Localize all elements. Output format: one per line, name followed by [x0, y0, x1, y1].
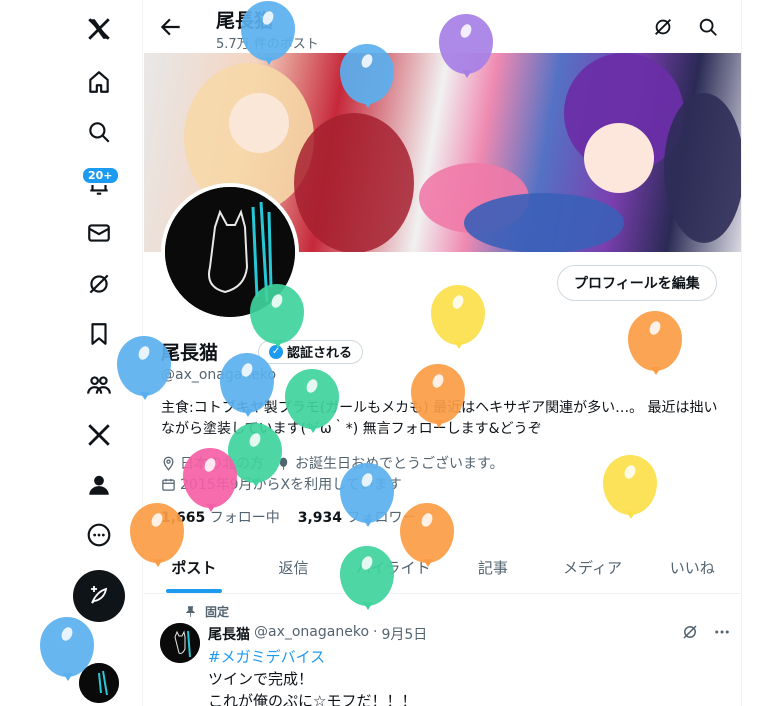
notification-badge: 20+ — [81, 166, 120, 185]
profile-bio: 主食:コトブキヤ製プラモ(ガールもメカも) 最近はヘキサギア関連が多い…。 最近… — [161, 400, 718, 437]
following-label: フォロー中 — [209, 510, 280, 526]
premium-x-icon[interactable] — [74, 410, 124, 460]
profile-tabs: ポスト 返信 ハイライト 記事 メディア いいね — [144, 541, 741, 594]
location-text: 日本の北の方 — [180, 456, 264, 472]
search-icon[interactable] — [74, 107, 124, 157]
location-item: 日本の北の方 — [161, 453, 264, 473]
display-name: 尾長猫 — [161, 342, 219, 364]
profile-avatar[interactable] — [161, 183, 299, 321]
profile-main-column: 尾長猫 5.7万 件のポスト プロフィールを編集 尾長猫 ✓ 認証される @ax… — [144, 0, 742, 706]
cat-silhouette-icon — [165, 187, 295, 317]
tab-highlights[interactable]: ハイライト — [343, 541, 443, 593]
tab-media[interactable]: メディア — [543, 541, 643, 593]
post-hashtag[interactable]: #メガミデバイス — [208, 646, 416, 668]
bookmarks-icon[interactable] — [74, 309, 124, 359]
tab-articles[interactable]: 記事 — [443, 541, 543, 593]
tab-posts[interactable]: ポスト — [144, 541, 244, 593]
followers-count: 3,934 — [297, 510, 343, 526]
post-author-name[interactable]: 尾長猫 — [208, 624, 250, 644]
post-body: #メガミデバイス ツインで完成！ これが俺のぷに☆モフだ！！！ — [208, 646, 416, 706]
balloon-icon — [279, 457, 288, 470]
edit-profile-button[interactable]: プロフィールを編集 — [557, 265, 717, 301]
profile-icon[interactable] — [74, 460, 124, 510]
verify-label: 認証される — [287, 346, 353, 361]
birthday-item: お誕生日おめでとうございます。 — [276, 453, 504, 473]
post-actions — [681, 623, 731, 641]
profile-meta: 日本の北の方 お誕生日おめでとうございます。 — [161, 453, 504, 473]
post-header: 尾長猫 @ax_onaganeko · 9月5日 — [208, 624, 427, 644]
location-pin-icon — [163, 456, 174, 471]
post-count: 5.7万 件のポスト — [216, 37, 319, 52]
followers-label: フォロワー — [346, 510, 417, 526]
search-icon[interactable] — [697, 16, 719, 38]
get-verified-button[interactable]: ✓ 認証される — [258, 339, 364, 364]
compose-feather-icon — [91, 586, 108, 604]
more-icon[interactable] — [74, 510, 124, 560]
post-separator: · — [373, 624, 378, 640]
pin-icon — [185, 606, 196, 617]
joined-text: 2015年9月からXを利用しています — [180, 477, 402, 493]
left-nav: 20+ — [0, 0, 143, 706]
following-count: 1,665 — [161, 510, 206, 526]
grok-icon[interactable] — [681, 623, 699, 641]
home-icon[interactable] — [74, 57, 124, 107]
tab-replies[interactable]: 返信 — [244, 541, 344, 593]
messages-icon[interactable] — [74, 208, 124, 258]
more-options-icon[interactable] — [713, 623, 731, 641]
calendar-icon — [162, 478, 175, 491]
post-author-avatar[interactable] — [160, 623, 200, 663]
followers-link[interactable]: 3,934 フォロワー — [298, 507, 417, 527]
pinned-indicator: 固定 — [184, 603, 229, 620]
grok-icon[interactable] — [652, 16, 674, 38]
follow-stats: 1,665 フォロー中 3,934 フォロワー — [161, 507, 417, 527]
pinned-label: 固定 — [205, 605, 230, 619]
page-title: 尾長猫 — [216, 10, 274, 32]
compose-post-button[interactable] — [73, 570, 125, 622]
grok-icon[interactable] — [74, 259, 124, 309]
profile-header-bar: 尾長猫 5.7万 件のポスト — [144, 0, 741, 53]
following-link[interactable]: 1,665 フォロー中 — [161, 507, 280, 527]
post-author-handle[interactable]: @ax_onaganeko — [254, 624, 369, 644]
post-line-2: これが俺のぷに☆モフだ！！！ — [208, 692, 417, 706]
verified-check-icon: ✓ — [269, 344, 284, 359]
back-arrow-icon[interactable] — [158, 14, 184, 40]
post-line-1: ツインで完成！ — [208, 670, 314, 688]
tab-likes[interactable]: いいね — [642, 541, 741, 593]
name-row: 尾長猫 ✓ 認証される — [161, 338, 364, 365]
account-avatar[interactable] — [79, 663, 119, 703]
x-logo-icon[interactable] — [74, 4, 124, 54]
user-handle: @ax_onaganeko — [161, 367, 277, 383]
joined-item: 2015年9月からXを利用しています — [161, 474, 402, 494]
birthday-text: お誕生日おめでとうございます。 — [295, 456, 504, 472]
post-date[interactable]: 9月5日 — [381, 624, 427, 644]
communities-icon[interactable] — [74, 360, 124, 410]
